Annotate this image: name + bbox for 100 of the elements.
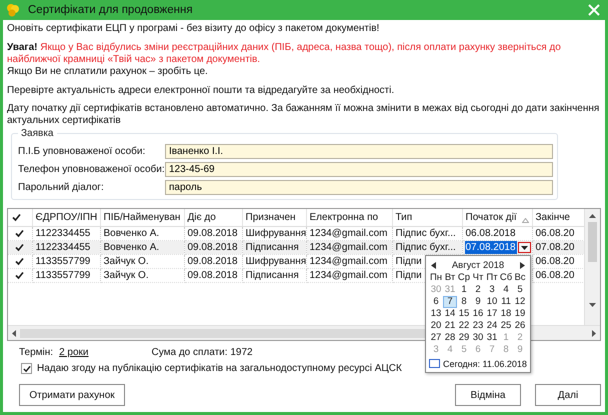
- calendar-day[interactable]: 7: [443, 296, 457, 308]
- consent-label[interactable]: Надаю згоду на публікацію сертифікатів на загальнодоступному ресурсі АЦСК: [37, 363, 402, 374]
- column-header[interactable]: Призначен: [242, 209, 306, 226]
- checkbox[interactable]: [21, 363, 32, 374]
- checkbox[interactable]: [14, 242, 25, 252]
- calendar-day[interactable]: 16: [471, 308, 485, 320]
- scroll-left-icon[interactable]: [12, 330, 16, 336]
- table-cell: Підписання: [242, 240, 306, 254]
- date-field[interactable]: 07.08.2018: [464, 241, 517, 254]
- calendar-day[interactable]: 24: [485, 320, 499, 332]
- window-title: Сертифікати для продовження: [28, 4, 194, 16]
- calendar-day[interactable]: 22: [457, 320, 471, 332]
- weekday-label: Сб: [499, 272, 513, 284]
- calendar-day[interactable]: 19: [513, 308, 527, 320]
- table-cell: 07.08.20: [532, 240, 584, 254]
- weekday-label: Вс: [513, 272, 527, 284]
- table-cell: Зайчук О.: [100, 268, 184, 282]
- column-header[interactable]: Тип: [392, 209, 462, 226]
- checkbox[interactable]: [14, 270, 25, 280]
- app-logo-icon: [6, 3, 20, 17]
- field-label: Телефон уповноваженої особи:: [18, 164, 165, 175]
- calendar-day[interactable]: 4: [499, 284, 513, 296]
- calendar-day[interactable]: 13: [429, 308, 443, 320]
- scroll-up-icon[interactable]: [589, 214, 596, 218]
- table-cell: 1133557799: [32, 254, 100, 268]
- column-header[interactable]: Початок дії: [462, 209, 532, 226]
- close-icon[interactable]: [588, 4, 600, 16]
- scrollbar-thumb[interactable]: [588, 222, 597, 262]
- column-header[interactable]: Діє до: [184, 209, 242, 226]
- calendar-day[interactable]: 30: [471, 332, 485, 344]
- sort-arrow-icon: [522, 218, 528, 223]
- dialog-button[interactable]: Отримати рахунок: [19, 384, 125, 406]
- calendar-day[interactable]: 8: [457, 296, 471, 308]
- dialog-button[interactable]: Далі: [535, 384, 601, 406]
- today-link[interactable]: Сегодня: 11.06.2018: [443, 358, 527, 368]
- calendar-day[interactable]: 15: [457, 308, 471, 320]
- weekday-label: Чт: [472, 272, 484, 284]
- calendar-day[interactable]: 3: [485, 284, 499, 296]
- calendar-day[interactable]: 11: [499, 296, 513, 308]
- calendar-day[interactable]: 31: [485, 332, 499, 344]
- calendar-day[interactable]: 17: [485, 308, 499, 320]
- checkbox[interactable]: [11, 212, 21, 222]
- calendar-day[interactable]: 6: [429, 296, 443, 308]
- sum-text: Сума до сплати: 1972: [152, 347, 253, 358]
- input-field[interactable]: пароль: [165, 180, 553, 195]
- unpaid-note: Якщо Ви не сплатили рахунок – зробіть це.: [7, 66, 209, 78]
- table-cell: Підпис бухг...: [392, 240, 462, 254]
- dropdown-button[interactable]: [518, 242, 530, 253]
- column-header[interactable]: Електронна по: [306, 209, 392, 226]
- calendar-day[interactable]: 20: [429, 320, 443, 332]
- calendar-day[interactable]: 28: [443, 332, 457, 344]
- next-month-icon[interactable]: [520, 262, 525, 268]
- calendar-day[interactable]: 14: [443, 308, 457, 320]
- today-marker-icon: [429, 359, 440, 368]
- table-cell: 1234@gmail.com: [306, 268, 392, 282]
- term-link[interactable]: 2 роки: [59, 347, 89, 358]
- caret-icon: [520, 246, 528, 250]
- calendar-day[interactable]: 10: [485, 296, 499, 308]
- weekday-label: Вт: [444, 272, 456, 284]
- calendar-day[interactable]: 21: [443, 320, 457, 332]
- weekday-label: Пт: [485, 272, 499, 284]
- group-title: Заявка: [20, 128, 54, 139]
- calendar-day[interactable]: 27: [429, 332, 443, 344]
- intro-text: Оновіть сертифікати ЕЦП у програмі - без візиту до офісу з пакетом документів!: [7, 23, 380, 35]
- table-cell: 09.08.2018: [184, 254, 242, 268]
- column-header[interactable]: Закінче: [532, 209, 584, 226]
- warning-text: Увага! Якщо у Вас відбулись зміни реєстраційних даних (ПІБ, адреса, назва тощо), після оплати рахунку зверніться до найближчої крамниці «Твій час» з пакетом документів.: [7, 42, 562, 66]
- input-field[interactable]: Іваненко І.І.: [165, 144, 553, 159]
- table-cell: 1122334455: [32, 240, 100, 254]
- calendar-day[interactable]: 9: [471, 296, 485, 308]
- checkbox[interactable]: [14, 228, 25, 238]
- date-note: Дату початку дії сертифікатів встановлено автоматично. За бажанням її можна змінити в межах від сьогодні до дати закінчення актуальних сертифікатів: [7, 103, 600, 127]
- calendar-day[interactable]: 23: [471, 320, 485, 332]
- vertical-scrollbar[interactable]: [584, 209, 600, 325]
- dialog-button[interactable]: Відміна: [455, 384, 521, 406]
- previous-month-icon[interactable]: [431, 262, 436, 268]
- calendar-day[interactable]: 2: [471, 284, 485, 296]
- calendar-day[interactable]: 29: [457, 332, 471, 344]
- scroll-down-icon[interactable]: [589, 303, 596, 307]
- field-label: П.І.Б уповноваженої особи:: [18, 146, 146, 157]
- calendar-day[interactable]: 12: [513, 296, 527, 308]
- weekday-label: Пн: [429, 272, 443, 284]
- calendar-day[interactable]: 5: [513, 284, 527, 296]
- table-cell: Шифрування: [242, 254, 306, 268]
- checkbox[interactable]: [14, 256, 25, 266]
- input-field[interactable]: 123-45-69: [165, 162, 553, 177]
- table-cell: 1234@gmail.com: [306, 254, 392, 268]
- field-label: Парольний діалог:: [18, 182, 105, 193]
- column-header[interactable]: ПІБ/Найменуван: [100, 209, 184, 226]
- table-cell: Зайчук О.: [100, 254, 184, 268]
- column-header[interactable]: ЄДРПОУ/ІПН: [32, 209, 100, 226]
- table-cell: Підписання: [242, 268, 306, 282]
- calendar-day[interactable]: 1: [457, 284, 471, 296]
- term-label: Термін:: [19, 347, 54, 358]
- calendar-day[interactable]: 18: [499, 308, 513, 320]
- calendar-day[interactable]: 25: [499, 320, 513, 332]
- scroll-right-icon[interactable]: [592, 330, 596, 336]
- table-cell: Вовченко А.: [100, 240, 184, 254]
- calendar-day[interactable]: 26: [513, 320, 527, 332]
- table-cell: 09.08.2018: [184, 268, 242, 282]
